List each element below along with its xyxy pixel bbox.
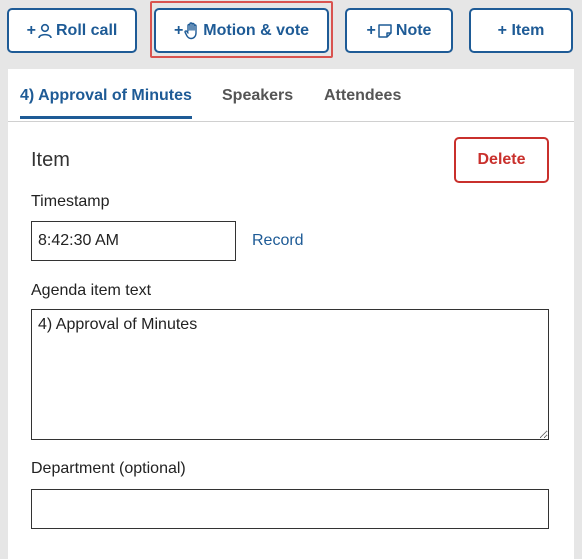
department-label: Department (optional) [31,460,186,477]
note-label: Note [395,21,432,39]
roll-call-button[interactable]: + Roll call [7,8,137,53]
delete-button[interactable]: Delete [454,137,549,183]
timestamp-input[interactable] [31,221,236,261]
add-item-button[interactable]: + Item [469,8,573,53]
tab-speakers[interactable]: Speakers [222,87,293,105]
record-link[interactable]: Record [252,232,304,250]
tab-approval-of-minutes[interactable]: 4) Approval of Minutes [20,87,192,105]
roll-call-label: Roll call [55,21,118,39]
plus-sign: + [173,21,184,39]
tab-bar: 4) Approval of Minutes Speakers Attendee… [8,69,574,122]
plus-sign: + [366,21,376,39]
item-panel: 4) Approval of Minutes Speakers Attendee… [8,69,574,559]
note-button[interactable]: + Note [345,8,453,53]
plus-sign: + [26,21,36,39]
tab-attendees[interactable]: Attendees [324,87,401,105]
add-item-label: + Item [497,21,545,39]
section-title: Item [31,149,70,171]
timestamp-label: Timestamp [31,193,110,210]
motion-vote-button[interactable]: + Motion & vote [154,8,329,53]
raised-hand-icon [184,21,197,39]
department-input[interactable] [31,489,549,529]
note-icon [378,23,392,38]
agenda-text-label: Agenda item text [31,282,152,299]
agenda-text-input[interactable]: 4) Approval of Minutes [31,309,549,440]
motion-vote-label: Motion & vote [203,21,310,39]
toolbar: + Roll call + Motion & vote + Note + Ite… [0,0,582,68]
person-icon [38,23,52,38]
active-tab-indicator [20,116,192,119]
